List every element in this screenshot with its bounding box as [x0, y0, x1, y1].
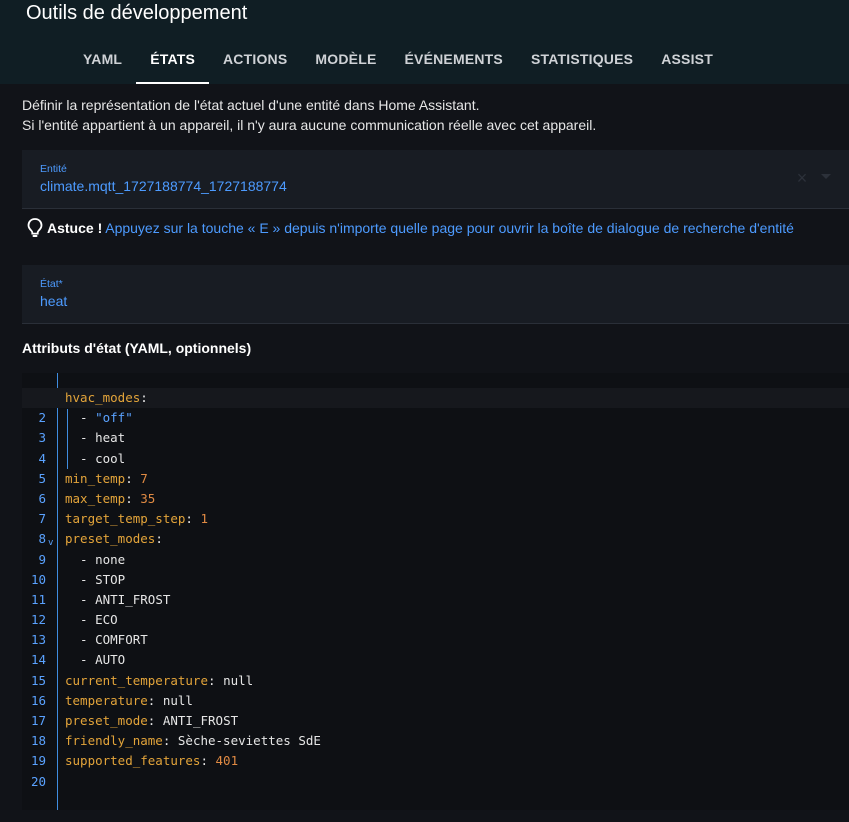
- tab-yaml[interactable]: YAML: [69, 36, 136, 84]
- tip: Astuce ! Appuyez sur la touche « E » dep…: [26, 217, 794, 239]
- list-dash: -: [65, 612, 96, 628]
- list-dash: -: [65, 632, 96, 648]
- yaml-value: "off": [95, 410, 133, 426]
- yaml-key: temperature: [65, 692, 148, 708]
- yaml-key: max_temp: [65, 490, 126, 506]
- yaml-value: null: [162, 692, 193, 708]
- code-line[interactable]: - ECO: [22, 610, 849, 630]
- yaml-separator: :: [162, 733, 178, 749]
- page-title: Outils de développement: [26, 2, 248, 24]
- code-line[interactable]: temperature: null: [22, 691, 849, 711]
- list-dash: -: [65, 551, 96, 567]
- dropdown-arrow-icon[interactable]: [821, 174, 831, 179]
- yaml-separator: :: [147, 713, 163, 728]
- yaml-separator: :: [208, 672, 224, 688]
- yaml-key: supported_features: [65, 753, 201, 769]
- entity-picker[interactable]: Entité climate.mqtt_1727188774_172718877…: [22, 150, 849, 209]
- yaml-key: friendly_name: [65, 733, 163, 749]
- tip-text: Appuyez sur la touche « E » depuis n'imp…: [105, 220, 794, 236]
- list-dash: -: [65, 410, 96, 426]
- yaml-key: preset_modes: [65, 531, 156, 547]
- tab-bar: YAML ÉTATS ACTIONS MODÈLE ÉVÉNEMENTS STA…: [69, 36, 727, 84]
- list-dash: -: [65, 571, 96, 587]
- lightbulb-icon: [27, 218, 43, 237]
- code-line[interactable]: - AUTO: [22, 650, 849, 670]
- yaml-editor[interactable]: 1v2345678v91011121314151617181920 hvac_m…: [22, 373, 849, 810]
- state-field[interactable]: État* heat: [22, 265, 849, 324]
- list-dash: -: [65, 591, 96, 607]
- yaml-value: 401: [215, 753, 239, 769]
- yaml-separator: :: [125, 490, 141, 506]
- yaml-key: target_temp_step: [65, 511, 186, 527]
- entity-value[interactable]: climate.mqtt_1727188774_1727188774: [40, 178, 287, 194]
- state-label: État*: [40, 278, 63, 290]
- state-input[interactable]: heat: [40, 293, 67, 309]
- code-line[interactable]: max_temp: 35: [22, 489, 849, 509]
- code-area[interactable]: hvac_modes: - "off" - heat - cool min_tem…: [22, 388, 849, 792]
- yaml-key: current_temperature: [65, 672, 208, 688]
- tab-statistiques[interactable]: STATISTIQUES: [517, 36, 647, 84]
- tab-evenements[interactable]: ÉVÉNEMENTS: [391, 36, 517, 84]
- list-dash: -: [65, 450, 96, 466]
- list-dash: -: [65, 430, 96, 446]
- yaml-key: preset_mode: [65, 713, 148, 728]
- yaml-value: AUTO: [95, 652, 126, 668]
- code-line[interactable]: preset_mode: ANTI_FROST: [22, 711, 849, 731]
- list-dash: -: [65, 652, 96, 668]
- top-bar: Outils de développement YAML ÉTATS ACTIO…: [0, 0, 849, 84]
- code-line[interactable]: - cool: [22, 449, 849, 469]
- tab-assist[interactable]: ASSIST: [647, 36, 727, 84]
- clear-icon[interactable]: ×: [795, 169, 809, 187]
- yaml-separator: :: [140, 390, 148, 405]
- code-line[interactable]: friendly_name: Sèche-seviettes SdE: [22, 731, 849, 751]
- yaml-value: ANTI_FROST: [162, 713, 239, 728]
- tip-label: Astuce !: [47, 220, 103, 236]
- yaml-separator: :: [185, 511, 201, 527]
- tab-modele[interactable]: MODÈLE: [301, 36, 390, 84]
- code-line[interactable]: - ANTI_FROST: [22, 590, 849, 610]
- yaml-separator: :: [155, 531, 163, 547]
- code-line[interactable]: preset_modes:: [22, 529, 849, 549]
- code-line[interactable]: [22, 772, 849, 792]
- yaml-value: ECO: [95, 612, 118, 628]
- code-line[interactable]: min_temp: 7: [22, 469, 849, 489]
- attributes-title: Attributs d'état (YAML, optionnels): [22, 340, 252, 356]
- description-line-2: Si l'entité appartient à un appareil, il…: [22, 117, 597, 133]
- code-line[interactable]: - none: [22, 550, 849, 570]
- yaml-value: Sèche-seviettes SdE: [177, 733, 321, 749]
- yaml-value: STOP: [95, 571, 126, 587]
- yaml-value: 7: [140, 470, 148, 486]
- yaml-value: heat: [95, 430, 126, 446]
- code-line[interactable]: - STOP: [22, 570, 849, 590]
- code-line[interactable]: target_temp_step: 1: [22, 509, 849, 529]
- yaml-value: 35: [140, 490, 156, 506]
- code-line[interactable]: current_temperature: null: [22, 671, 849, 691]
- yaml-value: cool: [95, 450, 126, 466]
- code-line[interactable]: supported_features: 401: [22, 751, 849, 771]
- code-line[interactable]: - "off": [22, 408, 849, 428]
- description: Définir la représentation de l'état actu…: [22, 95, 596, 135]
- yaml-value: 1: [200, 511, 209, 527]
- yaml-value: null: [223, 672, 254, 688]
- entity-label: Entité: [40, 163, 67, 175]
- yaml-key: min_temp: [65, 470, 126, 486]
- yaml-value: ANTI_FROST: [95, 591, 171, 607]
- tab-etats[interactable]: ÉTATS: [136, 36, 209, 84]
- yaml-value: none: [95, 551, 126, 567]
- code-line[interactable]: hvac_modes:: [22, 388, 849, 409]
- yaml-value: COMFORT: [95, 632, 148, 648]
- description-line-1: Définir la représentation de l'état actu…: [22, 97, 480, 113]
- yaml-separator: :: [147, 692, 163, 708]
- yaml-key: hvac_modes: [65, 390, 141, 405]
- yaml-separator: :: [125, 470, 141, 486]
- code-line[interactable]: - COMFORT: [22, 630, 849, 650]
- tab-actions[interactable]: ACTIONS: [209, 36, 301, 84]
- code-line[interactable]: - heat: [22, 428, 849, 448]
- yaml-separator: :: [200, 753, 216, 769]
